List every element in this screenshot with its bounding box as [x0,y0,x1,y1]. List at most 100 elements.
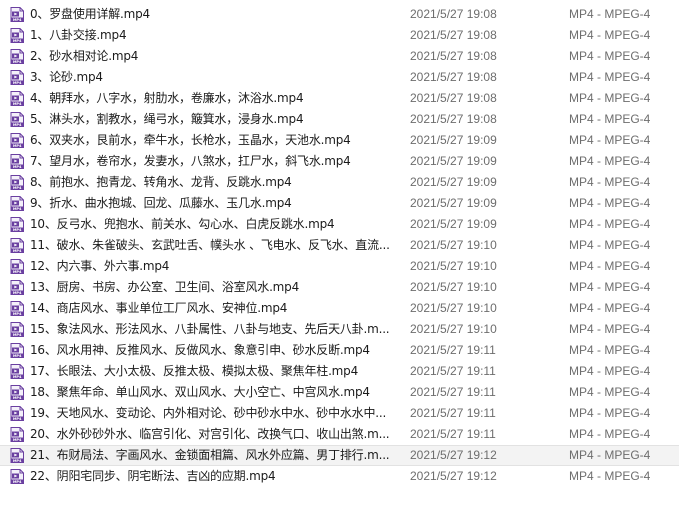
file-row[interactable]: MP4 18、聚焦年命、单山风水、双山风水、大小空亡、中宫风水.mp4 2021/5… [0,382,679,403]
file-date-modified: 2021/5/27 19:12 [410,469,497,483]
svg-text:MP4: MP4 [13,291,22,295]
file-date-modified: 2021/5/27 19:08 [410,7,497,21]
file-row[interactable]: MP4 6、双夹水，艮前水，牵牛水，长枪水，玉晶水，天池水.mp4 2021/5/2… [0,130,679,151]
file-type: MP4 - MPEG-4 [569,238,651,252]
file-name: 21、布财局法、字画风水、金锁面相篇、风水外应篇、男丁排行.m... [30,448,390,462]
file-name: 16、风水用神、反推风水、反做风水、象意引申、砂水反断.mp4 [30,343,370,357]
file-row[interactable]: MP4 11、破水、朱雀破头、玄武吐舌、幞头水 、飞电水、反飞水、直流... 202… [0,235,679,256]
svg-text:MP4: MP4 [13,438,22,442]
file-row[interactable]: MP4 10、反弓水、兜抱水、前关水、勾心水、白虎反跳水.mp4 2021/5/27… [0,214,679,235]
svg-text:MP4: MP4 [13,165,22,169]
file-name: 9、折水、曲水抱城、回龙、瓜藤水、玉几水.mp4 [30,196,292,210]
file-type: MP4 - MPEG-4 [569,280,651,294]
file-date-modified: 2021/5/27 19:09 [410,154,497,168]
file-name: 2、砂水相对论.mp4 [30,49,139,63]
file-name: 3、论砂.mp4 [30,70,103,84]
file-row[interactable]: MP4 12、内六事、外六事.mp4 2021/5/27 19:10 MP4 - MP… [0,256,679,277]
mp4-file-icon: MP4 [10,427,24,442]
file-date-modified: 2021/5/27 19:11 [410,406,496,420]
file-row[interactable]: MP4 13、厨房、书房、办公室、卫生间、浴室风水.mp4 2021/5/27 19… [0,277,679,298]
file-type: MP4 - MPEG-4 [569,364,651,378]
file-name: 11、破水、朱雀破头、玄武吐舌、幞头水 、飞电水、反飞水、直流... [30,238,390,252]
file-type: MP4 - MPEG-4 [569,448,651,462]
svg-text:MP4: MP4 [13,123,22,127]
file-name: 17、长眼法、大小太极、反推太极、模拟太极、聚焦年柱.mp4 [30,364,359,378]
mp4-file-icon: MP4 [10,70,24,85]
file-type: MP4 - MPEG-4 [569,196,651,210]
svg-text:MP4: MP4 [13,312,22,316]
file-type: MP4 - MPEG-4 [569,385,651,399]
svg-text:MP4: MP4 [13,249,22,253]
mp4-file-icon: MP4 [10,301,24,316]
file-type: MP4 - MPEG-4 [569,133,651,147]
mp4-file-icon: MP4 [10,7,24,22]
mp4-file-icon: MP4 [10,154,24,169]
file-date-modified: 2021/5/27 19:11 [410,343,496,357]
svg-text:MP4: MP4 [13,186,22,190]
file-name: 4、朝拜水，八字水，射肋水，卷廉水，沐浴水.mp4 [30,91,304,105]
file-date-modified: 2021/5/27 19:12 [410,448,497,462]
file-type: MP4 - MPEG-4 [569,28,651,42]
file-name: 12、内六事、外六事.mp4 [30,259,170,273]
file-list: MP4 0、罗盘使用详解.mp4 2021/5/27 19:08 MP4 - MPEG… [0,0,679,508]
file-type: MP4 - MPEG-4 [569,406,651,420]
mp4-file-icon: MP4 [10,238,24,253]
file-row[interactable]: MP4 3、论砂.mp4 2021/5/27 19:08 MP4 - MPEG-4 [0,67,679,88]
file-row[interactable]: MP4 8、前抱水、抱青龙、转角水、龙背、反跳水.mp4 2021/5/27 19:… [0,172,679,193]
mp4-file-icon: MP4 [10,133,24,148]
mp4-file-icon: MP4 [10,175,24,190]
file-row[interactable]: MP4 5、淋头水，割教水，绳弓水，簸箕水，浸身水.mp4 2021/5/27 19… [0,109,679,130]
file-row[interactable]: MP4 9、折水、曲水抱城、回龙、瓜藤水、玉几水.mp4 2021/5/27 19:… [0,193,679,214]
file-date-modified: 2021/5/27 19:11 [410,385,496,399]
mp4-file-icon: MP4 [10,364,24,379]
file-name: 1、八卦交接.mp4 [30,28,127,42]
file-row[interactable]: MP4 14、商店风水、事业单位工厂风水、安神位.mp4 2021/5/27 19:… [0,298,679,319]
file-row[interactable]: MP4 7、望月水，卷帘水，发妻水，八煞水，扛尸水，斜飞水.mp4 2021/5/2… [0,151,679,172]
file-row[interactable]: MP4 1、八卦交接.mp4 2021/5/27 19:08 MP4 - MPEG-4 [0,25,679,46]
svg-text:MP4: MP4 [13,207,22,211]
file-row[interactable]: MP4 20、水外砂砂外水、临宫引化、对宫引化、改换气口、收山出煞.m... 202… [0,424,679,445]
file-row[interactable]: MP4 21、布财局法、字画风水、金锁面相篇、风水外应篇、男丁排行.m... 202… [0,445,679,466]
svg-text:MP4: MP4 [13,396,22,400]
svg-text:MP4: MP4 [13,459,22,463]
file-name: 19、天地风水、变动论、内外相对论、砂中砂水中水、砂中水水中... [30,406,387,420]
mp4-file-icon: MP4 [10,385,24,400]
file-row[interactable]: MP4 16、风水用神、反推风水、反做风水、象意引申、砂水反断.mp4 2021/5… [0,340,679,361]
file-type: MP4 - MPEG-4 [569,91,651,105]
file-name: 6、双夹水，艮前水，牵牛水，长枪水，玉晶水，天池水.mp4 [30,133,351,147]
file-row[interactable]: MP4 19、天地风水、变动论、内外相对论、砂中砂水中水、砂中水水中... 2021… [0,403,679,424]
file-type: MP4 - MPEG-4 [569,322,651,336]
file-row[interactable]: MP4 2、砂水相对论.mp4 2021/5/27 19:08 MP4 - MPEG-… [0,46,679,67]
file-date-modified: 2021/5/27 19:09 [410,217,497,231]
file-name: 8、前抱水、抱青龙、转角水、龙背、反跳水.mp4 [30,175,292,189]
file-date-modified: 2021/5/27 19:09 [410,196,497,210]
file-date-modified: 2021/5/27 19:09 [410,133,497,147]
file-name: 20、水外砂砂外水、临宫引化、对宫引化、改换气口、收山出煞.m... [30,427,390,441]
file-date-modified: 2021/5/27 19:08 [410,28,497,42]
file-date-modified: 2021/5/27 19:08 [410,70,497,84]
svg-text:MP4: MP4 [13,480,22,484]
file-row[interactable]: MP4 0、罗盘使用详解.mp4 2021/5/27 19:08 MP4 - MPEG… [0,4,679,25]
file-name: 18、聚焦年命、单山风水、双山风水、大小空亡、中宫风水.mp4 [30,385,370,399]
file-row[interactable]: MP4 15、象法风水、形法风水、八卦属性、八卦与地支、先后天八卦.m... 202… [0,319,679,340]
file-row[interactable]: MP4 22、阴阳宅同步、阴宅断法、吉凶的应期.mp4 2021/5/27 19:1… [0,466,679,487]
file-type: MP4 - MPEG-4 [569,469,651,483]
file-row[interactable]: MP4 17、长眼法、大小太极、反推太极、模拟太极、聚焦年柱.mp4 2021/5/… [0,361,679,382]
svg-text:MP4: MP4 [13,39,22,43]
file-date-modified: 2021/5/27 19:08 [410,112,497,126]
file-type: MP4 - MPEG-4 [569,259,651,273]
file-name: 5、淋头水，割教水，绳弓水，簸箕水，浸身水.mp4 [30,112,304,126]
file-date-modified: 2021/5/27 19:10 [410,322,497,336]
file-date-modified: 2021/5/27 19:10 [410,238,497,252]
svg-text:MP4: MP4 [13,60,22,64]
mp4-file-icon: MP4 [10,448,24,463]
file-name: 14、商店风水、事业单位工厂风水、安神位.mp4 [30,301,288,315]
file-date-modified: 2021/5/27 19:11 [410,364,496,378]
file-date-modified: 2021/5/27 19:11 [410,427,496,441]
mp4-file-icon: MP4 [10,406,24,421]
mp4-file-icon: MP4 [10,112,24,127]
mp4-file-icon: MP4 [10,322,24,337]
file-type: MP4 - MPEG-4 [569,175,651,189]
file-row[interactable]: MP4 4、朝拜水，八字水，射肋水，卷廉水，沐浴水.mp4 2021/5/27 19… [0,88,679,109]
svg-text:MP4: MP4 [13,375,22,379]
